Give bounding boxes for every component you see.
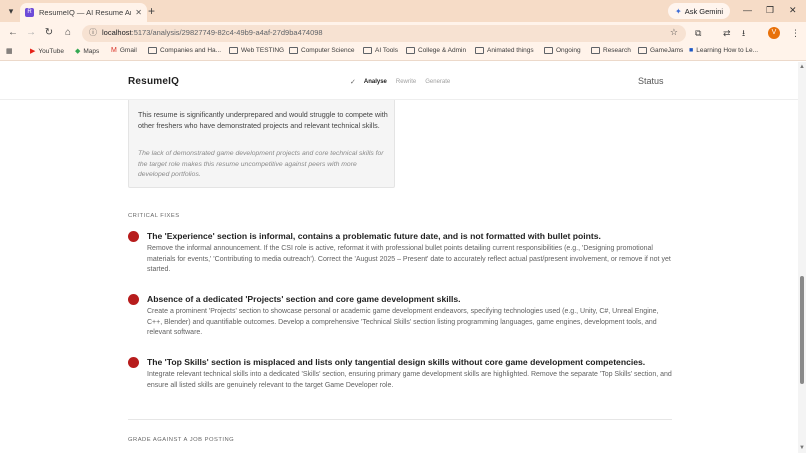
bookmark-star-icon[interactable]: ☆ [670,27,678,38]
bookmark-ongoing[interactable]: Ongoing [544,47,581,54]
fix-body: Integrate relevant technical skills into… [147,371,672,389]
maps-icon: ◆ [75,48,81,55]
folder-icon [475,47,484,54]
fix-body: Create a prominent 'Projects' section to… [147,308,659,336]
bookmark-icon: ■ [689,47,694,54]
verdict-note: The lack of demonstrated game developmen… [138,150,384,178]
bookmark-maps[interactable]: ◆ Maps [75,47,99,56]
section-divider [128,419,672,420]
close-window-icon[interactable]: ✕ [789,4,797,16]
browser-tab[interactable]: R ResumeIQ — AI Resume Analyser ✕ [20,3,147,22]
address-bar[interactable]: ⓘ localhost:5173/analysis/29827749-82c4-… [82,25,686,42]
bookmark-animated-things[interactable]: Animated things [475,47,534,54]
bookmark-learning[interactable]: ■ Learning How to Le... [689,47,758,54]
bookmark-gamejams[interactable]: GameJams [638,47,683,54]
scrollbar-thumb[interactable] [800,276,804,384]
browser-tab-bar: ▾ R ResumeIQ — AI Resume Analyser ✕ + ✦ … [0,0,806,22]
bookmark-youtube[interactable]: ▶ YouTube [30,47,64,56]
folder-icon [148,47,157,54]
site-info-icon[interactable]: ⓘ [89,27,97,38]
bookmark-ai-tools[interactable]: AI Tools [363,47,398,54]
step-nav: ✓ Analyse Rewrite Generate [350,78,459,86]
tab-search-icon[interactable]: ▾ [4,4,18,18]
favicon-icon: R [25,8,34,17]
critical-fix-item: The 'Top Skills' section is misplaced an… [128,356,673,398]
close-tab-icon[interactable]: ✕ [135,8,142,17]
folder-icon [591,47,600,54]
app-header: ResumeIQ ✓ Analyse Rewrite Generate Stat… [0,62,798,100]
brand-logo[interactable]: ResumeIQ [128,76,179,87]
bookmark-companies[interactable]: Companies and Ha... [148,47,221,54]
folder-icon [289,47,298,54]
severity-dot-icon [128,357,139,368]
verdict-text: This resume is significantly underprepar… [138,110,388,130]
folder-icon [544,47,553,54]
minimize-icon[interactable]: — [743,4,752,16]
status-link[interactable]: Status [638,76,664,86]
scroll-up-icon[interactable]: ▲ [798,64,806,70]
fix-body: Remove the informal announcement. If the… [147,245,671,273]
folder-icon [406,47,415,54]
bookmark-gmail[interactable]: M Gmail [111,47,137,54]
home-icon[interactable]: ⌂ [61,26,75,40]
ask-gemini-label: Ask Gemini [684,6,724,16]
severity-dot-icon [128,294,139,305]
fix-title: The 'Experience' section is informal, co… [147,231,601,241]
fix-title: The 'Top Skills' section is misplaced an… [147,357,646,367]
folder-icon [363,47,372,54]
translate-icon[interactable]: ⇄ [723,27,731,39]
critical-fix-item: The 'Experience' section is informal, co… [128,230,673,282]
back-icon[interactable]: ← [6,26,20,40]
url-text[interactable]: localhost:5173/analysis/29827749-82c4-49… [102,28,323,37]
restore-icon[interactable]: ❐ [766,4,774,16]
step-analyse[interactable]: Analyse [364,79,387,85]
profile-avatar[interactable]: V [768,27,780,39]
folder-icon [229,47,238,54]
step-generate[interactable]: Generate [425,79,450,85]
reload-icon[interactable]: ↻ [42,26,56,40]
chrome-menu-icon[interactable]: ⋮ [791,27,800,39]
page-scrollbar[interactable]: ▲ ▼ [798,62,806,453]
gemini-sparkle-icon: ✦ [675,6,682,16]
bookmark-web-testing[interactable]: Web TESTING [229,47,284,54]
verdict-card: This resume is significantly underprepar… [128,94,395,188]
extensions-icon[interactable]: ⧉ [695,27,701,39]
forward-icon[interactable]: → [24,26,38,40]
tab-title: ResumeIQ — AI Resume Analyser [39,8,131,17]
critical-fix-item: Absence of a dedicated 'Projects' sectio… [128,293,673,345]
grade-section-label: GRADE AGAINST A JOB POSTING [128,437,235,443]
youtube-icon: ▶ [30,48,36,55]
step-rewrite[interactable]: Rewrite [396,79,416,85]
folder-icon [638,47,647,54]
apps-grid-icon[interactable]: ▦ [6,47,16,55]
fix-title: Absence of a dedicated 'Projects' sectio… [147,294,461,304]
new-tab-icon[interactable]: + [148,4,155,18]
gmail-icon: M [111,47,117,54]
check-icon: ✓ [350,79,356,86]
scroll-down-icon[interactable]: ▼ [798,445,806,451]
severity-dot-icon [128,231,139,242]
bookmark-computer-science[interactable]: Computer Science [289,47,354,54]
bookmark-research[interactable]: Research [591,47,631,54]
browser-toolbar: ← → ↻ ⌂ ⓘ localhost:5173/analysis/298277… [0,22,806,44]
download-icon[interactable]: ⭳ [742,27,745,39]
bookmarks-bar: ▦ ▶ YouTube ◆ Maps M Gmail Companies and Ha… [0,44,806,61]
critical-fixes-label: CRITICAL FIXES [128,213,180,219]
bookmark-college-admin[interactable]: College & Admin [406,47,466,54]
ask-gemini-button[interactable]: ✦ Ask Gemini [668,3,731,19]
